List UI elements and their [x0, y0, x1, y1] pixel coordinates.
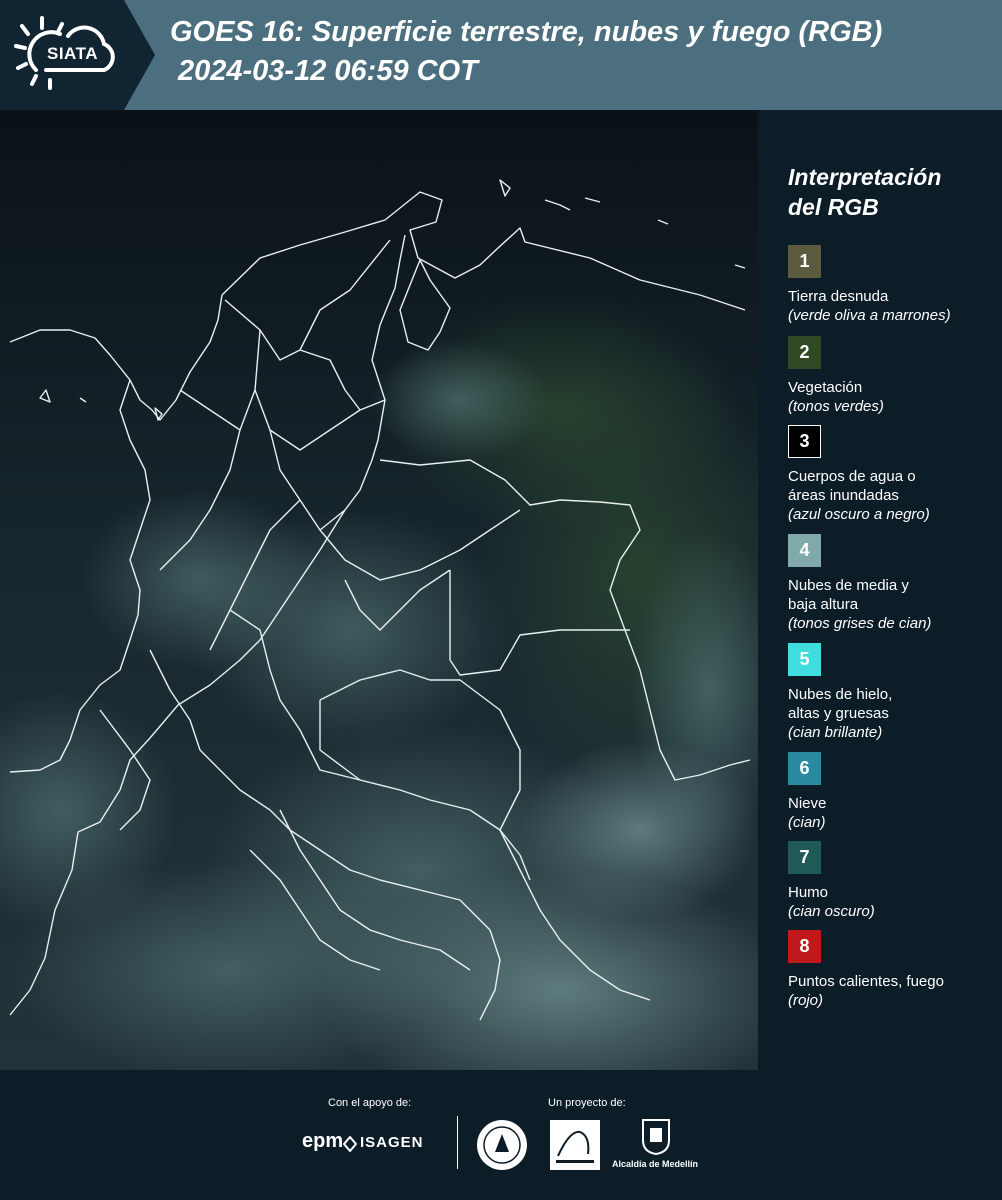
legend-label: Humo	[788, 884, 829, 901]
legend-item-bare-soil: 1 Tierra desnuda (verde oliva a marrones…	[788, 245, 998, 325]
legend-desc: (cian oscuro)	[788, 903, 875, 920]
medellin-shield-icon	[642, 1119, 670, 1156]
legend-desc: (rojo)	[788, 992, 824, 1009]
legend-desc: (tonos grises de cian)	[788, 615, 932, 632]
epm-logo: epm	[302, 1130, 344, 1152]
legend-panel: Interpretación del RGB 1 Tierra desnuda …	[760, 110, 1002, 1070]
legend-item-ice-clouds: 5 Nubes de hielo, altas y gruesas (cian b…	[788, 643, 998, 742]
legend-swatch: 1	[788, 245, 821, 278]
legend-item-low-clouds: 4 Nubes de media y baja altura (tonos gri…	[788, 534, 998, 633]
legend-label: Nubes de media y baja altura	[788, 577, 909, 613]
legend-item-water: 3 Cuerpos de agua o áreas inundadas (azul…	[788, 425, 998, 524]
satellite-image	[0, 110, 758, 1070]
legend-swatch: 5	[788, 643, 821, 676]
footer: Con el apoyo de: Un proyecto de: epm ISA…	[0, 1070, 1002, 1200]
legend-item-snow: 6 Nieve (cian)	[788, 752, 998, 832]
legend-item-vegetation: 2 Vegetación (tonos verdes)	[788, 336, 998, 416]
legend-item-fire: 8 Puntos calientes, fuego (rojo)	[788, 930, 998, 1010]
isagen-logo: ISAGEN	[360, 1134, 424, 1151]
timestamp: 2024-03-12 06:59 COT	[178, 55, 478, 87]
legend-label: Tierra desnuda	[788, 288, 889, 305]
legend-swatch: 6	[788, 752, 821, 785]
legend-swatch: 2	[788, 336, 821, 369]
header: SIATA GOES 16: Superficie terrestre, nub…	[0, 0, 1002, 110]
legend-desc: (azul oscuro a negro)	[788, 506, 930, 523]
satellite-map[interactable]	[0, 110, 758, 1070]
legend-desc: (verde oliva a marrones)	[788, 307, 951, 324]
legend-label: Puntos calientes, fuego	[788, 973, 944, 990]
divider	[457, 1116, 458, 1169]
legend-desc: (cian brillante)	[788, 724, 883, 741]
legend-desc: (cian)	[788, 814, 826, 831]
legend-swatch: 4	[788, 534, 821, 567]
legend-label: Cuerpos de agua o áreas inundadas	[788, 468, 916, 504]
legend-item-smoke: 7 Humo (cian oscuro)	[788, 841, 998, 921]
legend-swatch: 8	[788, 930, 821, 963]
siata-logo: SIATA	[0, 0, 155, 110]
isagen-icon	[343, 1136, 357, 1152]
university-seal-icon	[477, 1120, 527, 1170]
legend-desc: (tonos verdes)	[788, 398, 884, 415]
legend-swatch: 7	[788, 841, 821, 874]
legend-label: Vegetación	[788, 379, 863, 396]
legend-label: Nubes de hielo, altas y gruesas	[788, 686, 893, 722]
page-title: GOES 16: Superficie terrestre, nubes y f…	[170, 16, 883, 48]
project-label: Un proyecto de:	[548, 1097, 626, 1109]
logo-text: SIATA	[47, 44, 98, 63]
legend-swatch: 3	[788, 425, 821, 458]
legend-label: Nieve	[788, 795, 827, 812]
legend-title: Interpretación del RGB	[788, 164, 942, 220]
support-label: Con el apoyo de:	[328, 1097, 412, 1109]
area-metropolitana-logo	[550, 1120, 600, 1170]
alcaldia-caption: Alcaldía de Medellín	[612, 1159, 699, 1169]
